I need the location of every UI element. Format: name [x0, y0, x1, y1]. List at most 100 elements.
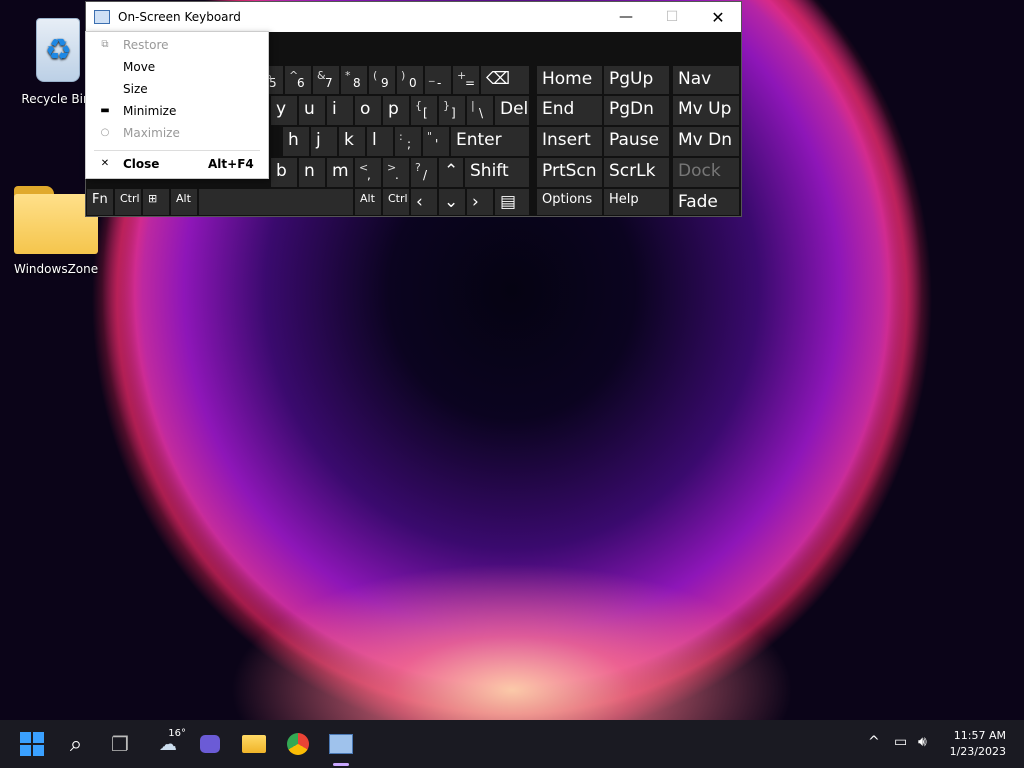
volume-button[interactable]: 🔊︎	[918, 734, 927, 750]
key-char: 8	[353, 76, 361, 90]
start-button[interactable]	[18, 730, 46, 758]
key-h[interactable]: h	[282, 126, 310, 157]
widgets-button[interactable]: ☁ 16°	[150, 728, 186, 758]
menu-item-restore[interactable]: ⧉ Restore	[86, 34, 268, 56]
key-left[interactable]: ‹	[410, 188, 438, 216]
key-o[interactable]: o	[354, 95, 382, 126]
windows-icon: ⊞	[148, 192, 158, 205]
key-l[interactable]: l	[366, 126, 394, 157]
key-period[interactable]: >.	[382, 157, 410, 188]
file-explorer-button[interactable]	[240, 730, 268, 758]
show-hidden-icons-button[interactable]: ^	[868, 734, 880, 750]
key-n[interactable]: n	[298, 157, 326, 188]
key-dock[interactable]: Dock	[672, 157, 740, 188]
key-ctrl-right[interactable]: Ctrl	[382, 188, 410, 216]
on-screen-keyboard-button[interactable]	[327, 730, 355, 758]
key-pgdn[interactable]: PgDn	[603, 95, 670, 126]
key-ctrl-left[interactable]: Ctrl	[114, 188, 142, 216]
clock-time: 11:57 AM	[953, 729, 1006, 742]
clock[interactable]: 11:57 AM 1/23/2023	[950, 728, 1006, 760]
key-menu[interactable]: ▤	[494, 188, 530, 216]
key-left-bracket[interactable]: {[	[410, 95, 438, 126]
maximize-button[interactable]: ☐	[649, 2, 695, 32]
key-up[interactable]: ⌃	[438, 157, 464, 188]
search-icon: ⌕	[69, 731, 83, 757]
key-minus[interactable]: _ -	[424, 65, 452, 95]
key-end[interactable]: End	[536, 95, 603, 126]
key-y[interactable]: y	[270, 95, 298, 126]
minimize-button[interactable]: —	[603, 2, 649, 32]
key-p[interactable]: p	[382, 95, 410, 126]
key-u[interactable]: u	[298, 95, 326, 126]
key-down[interactable]: ⌄	[438, 188, 466, 216]
keyboard-app-icon[interactable]	[94, 10, 110, 24]
chrome-button[interactable]	[284, 730, 312, 758]
key-char: y	[276, 99, 287, 119]
key-equals[interactable]: + =	[452, 65, 480, 95]
menu-item-maximize[interactable]: ○ Maximize	[86, 122, 268, 144]
chat-button[interactable]	[196, 730, 224, 758]
maximize-icon: ○	[100, 127, 110, 138]
key-j[interactable]: j	[310, 126, 338, 157]
title-bar[interactable]: On-Screen Keyboard — ☐ ✕	[86, 2, 741, 32]
key-m[interactable]: m	[326, 157, 354, 188]
menu-item-move[interactable]: Move	[86, 56, 268, 78]
key-pause[interactable]: Pause	[603, 126, 670, 157]
volume-icon: 🔊︎	[918, 734, 927, 750]
windows-logo-icon	[20, 732, 44, 756]
key-alt-right[interactable]: Alt	[354, 188, 382, 216]
key-label: Insert	[542, 130, 591, 150]
network-button[interactable]: ▭	[894, 734, 907, 750]
key-6[interactable]: ^ 6	[284, 65, 312, 95]
arrow-left-icon: ‹	[416, 192, 423, 212]
key-char: h	[288, 130, 299, 150]
key-char: m	[332, 161, 349, 181]
key-comma[interactable]: <,	[354, 157, 382, 188]
key-shift-right[interactable]: Shift	[464, 157, 530, 188]
key-nav[interactable]: Nav	[672, 65, 740, 95]
minimize-icon: ▬	[100, 105, 110, 116]
key-options[interactable]: Options	[536, 188, 603, 216]
key-fn[interactable]: Fn	[86, 188, 114, 216]
key-scrlk[interactable]: ScrLk	[603, 157, 670, 188]
search-button[interactable]: ⌕	[62, 730, 90, 758]
key-i[interactable]: i	[326, 95, 354, 126]
key-9[interactable]: (9	[368, 65, 396, 95]
key-k[interactable]: k	[338, 126, 366, 157]
key-0[interactable]: ) 0	[396, 65, 424, 95]
key-prtscn[interactable]: PrtScn	[536, 157, 603, 188]
key-7[interactable]: & 7	[312, 65, 340, 95]
key-shift-char: )	[401, 69, 406, 82]
key-help[interactable]: Help	[603, 188, 670, 216]
key-mv-dn[interactable]: Mv Dn	[672, 126, 740, 157]
menu-item-close[interactable]: ✕ Close Alt+F4	[86, 153, 268, 175]
key-backspace[interactable]: ⌫	[480, 65, 530, 95]
key-home[interactable]: Home	[536, 65, 603, 95]
key-right-bracket[interactable]: }]	[438, 95, 466, 126]
key-enter[interactable]: Enter	[450, 126, 530, 157]
key-alt-left[interactable]: Alt	[170, 188, 198, 216]
key-mv-up[interactable]: Mv Up	[672, 95, 740, 126]
key-label: Del	[500, 99, 529, 119]
chrome-icon	[287, 733, 309, 755]
key-b[interactable]: b	[270, 157, 298, 188]
close-button[interactable]: ✕	[695, 2, 741, 32]
key-pgup[interactable]: PgUp	[603, 65, 670, 95]
key-semicolon[interactable]: :;	[394, 126, 422, 157]
menu-item-size[interactable]: Size	[86, 78, 268, 100]
key-del[interactable]: Del	[494, 95, 530, 126]
key-space[interactable]	[198, 188, 354, 216]
task-view-button[interactable]: ❐	[106, 730, 134, 758]
key-right[interactable]: ›	[466, 188, 494, 216]
key-label: ScrLk	[609, 161, 656, 181]
arrow-right-icon: ›	[472, 192, 479, 212]
key-slash[interactable]: ? /	[410, 157, 438, 188]
key-fade[interactable]: Fade	[672, 188, 740, 216]
key-8[interactable]: * 8	[340, 65, 368, 95]
key-backslash[interactable]: | \	[466, 95, 494, 126]
key-windows[interactable]: ⊞	[142, 188, 170, 216]
key-quote[interactable]: " '	[422, 126, 450, 157]
key-insert[interactable]: Insert	[536, 126, 603, 157]
key-label: PgDn	[609, 99, 654, 119]
menu-item-minimize[interactable]: ▬ Minimize	[86, 100, 268, 122]
